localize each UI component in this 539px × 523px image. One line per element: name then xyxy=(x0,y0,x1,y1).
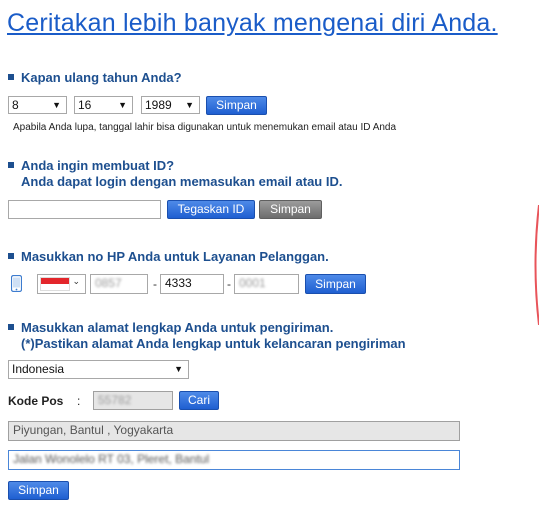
id-input[interactable] xyxy=(8,200,161,219)
create-id-save-button[interactable]: Simpan xyxy=(259,200,322,219)
decorative-arc xyxy=(532,204,539,326)
birth-month-select[interactable]: 8 ▼ xyxy=(8,96,67,114)
address-country-value: Indonesia xyxy=(12,362,65,376)
dropdown-arrow-icon: ▼ xyxy=(185,100,194,110)
confirm-id-button[interactable]: Tegaskan ID xyxy=(167,200,255,219)
address-detail-input[interactable]: Jalan Wonolelo RT 03, Pleret, Bantul xyxy=(8,450,460,470)
birth-day-select[interactable]: 16 ▼ xyxy=(74,96,133,114)
create-id-heading-line2: Anda dapat login dengan memasukan email … xyxy=(21,174,343,189)
phone-part3-input[interactable]: 0001 xyxy=(234,274,299,294)
address-heading-line2: (*)Pastikan alamat Anda lengkap untuk ke… xyxy=(21,336,406,351)
phone-save-button[interactable]: Simpan xyxy=(305,274,366,294)
phone-separator: - xyxy=(227,277,231,291)
postcode-search-button[interactable]: Cari xyxy=(179,391,219,410)
address-country-select[interactable]: Indonesia ▼ xyxy=(8,360,189,379)
bullet-icon xyxy=(8,324,14,330)
postcode-value: 55782 xyxy=(98,393,132,407)
birthday-heading-text: Kapan ulang tahun Anda? xyxy=(21,70,182,85)
phone-separator: - xyxy=(153,277,157,291)
address-save-button[interactable]: Simpan xyxy=(8,481,69,500)
country-code-select[interactable]: ⌄ xyxy=(37,274,86,294)
page-title: Ceritakan lebih banyak mengenai diri And… xyxy=(7,9,498,37)
indonesia-flag-icon xyxy=(40,277,70,291)
dropdown-arrow-icon: ▼ xyxy=(174,364,183,374)
phone-part2-input[interactable]: 4333 xyxy=(160,274,224,294)
birth-month-value: 8 xyxy=(12,98,19,112)
birth-year-value: 1989 xyxy=(145,98,172,112)
phone-part1-value: 0857 xyxy=(95,276,122,290)
phone-part3-value: 0001 xyxy=(239,276,266,290)
postcode-label: Kode Pos xyxy=(8,394,64,408)
birth-day-value: 16 xyxy=(78,98,92,112)
birth-year-select[interactable]: 1989 ▼ xyxy=(141,96,200,114)
create-id-heading: Anda ingin membuat ID? Anda dapat login … xyxy=(8,158,342,190)
dropdown-arrow-icon: ⌄ xyxy=(72,276,80,286)
birthday-note: Apabila Anda lupa, tanggal lahir bisa di… xyxy=(13,122,397,133)
birthday-save-button[interactable]: Simpan xyxy=(206,96,267,115)
address-heading-line1: Masukkan alamat lengkap Anda untuk pengi… xyxy=(21,320,334,335)
dropdown-arrow-icon: ▼ xyxy=(52,100,61,110)
bullet-icon xyxy=(8,253,14,259)
region-field: Piyungan, Bantul , Yogyakarta xyxy=(8,421,460,441)
mobile-phone-icon xyxy=(10,274,23,293)
address-heading: Masukkan alamat lengkap Anda untuk pengi… xyxy=(8,320,406,352)
create-id-heading-line1: Anda ingin membuat ID? xyxy=(21,158,175,173)
postcode-colon: : xyxy=(77,394,81,408)
dropdown-arrow-icon: ▼ xyxy=(118,100,127,110)
birthday-heading: Kapan ulang tahun Anda? xyxy=(8,70,182,86)
phone-part1-input[interactable]: 0857 xyxy=(90,274,148,294)
postcode-input[interactable]: 55782 xyxy=(93,391,173,410)
phone-heading: Masukkan no HP Anda untuk Layanan Pelang… xyxy=(8,249,329,265)
bullet-icon xyxy=(8,162,14,168)
bullet-icon xyxy=(8,74,14,80)
phone-heading-text: Masukkan no HP Anda untuk Layanan Pelang… xyxy=(21,249,329,264)
address-detail-value: Jalan Wonolelo RT 03, Pleret, Bantul xyxy=(13,452,210,466)
